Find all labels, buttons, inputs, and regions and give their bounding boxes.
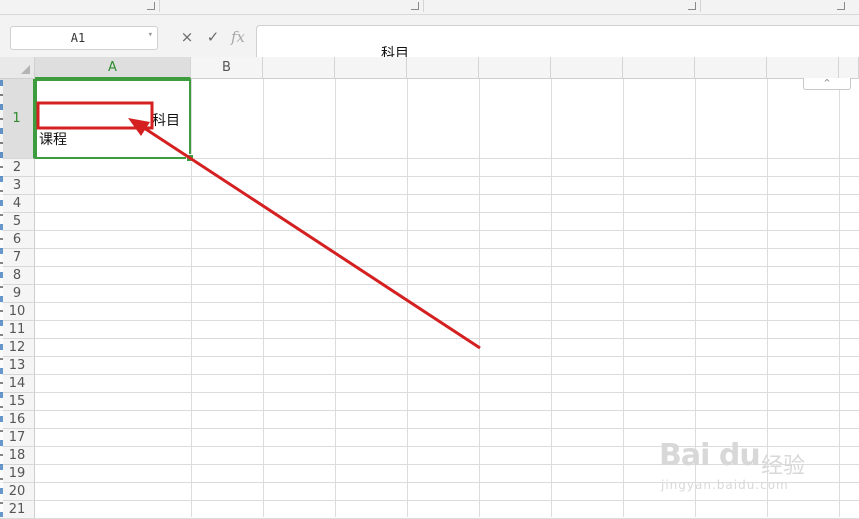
grid-line — [479, 79, 480, 517]
confirm-icon[interactable]: ✓ — [203, 25, 223, 49]
grid-line — [35, 500, 859, 501]
grid-line — [623, 79, 624, 517]
grid-line — [35, 356, 859, 357]
row-header-19[interactable]: 19 — [0, 465, 35, 483]
ribbon-separator — [700, 0, 701, 12]
grid-line — [551, 79, 552, 517]
ribbon-separator — [423, 0, 424, 12]
row-header-9[interactable]: 9 — [0, 285, 35, 303]
row-header-16[interactable]: 16 — [0, 411, 35, 429]
row-header-12[interactable]: 12 — [0, 339, 35, 357]
ribbon-separator — [159, 0, 160, 12]
column-header-b[interactable]: B — [191, 57, 263, 79]
row-header-11[interactable]: 11 — [0, 321, 35, 339]
column-header-d[interactable] — [335, 57, 407, 79]
select-all-icon — [21, 65, 30, 74]
row-header-18[interactable]: 18 — [0, 447, 35, 465]
row-header-10[interactable]: 10 — [0, 303, 35, 321]
row-header-14[interactable]: 14 — [0, 375, 35, 393]
dialog-launcher-icon[interactable] — [837, 2, 845, 10]
grid-line — [35, 374, 859, 375]
cell-a1-line-2: 课程 — [39, 132, 67, 148]
fill-handle[interactable] — [186, 154, 194, 162]
grid-line — [35, 410, 859, 411]
grid-line — [35, 176, 859, 177]
row-header-21[interactable]: 21 — [0, 501, 35, 519]
column-header-e[interactable] — [407, 57, 479, 79]
row-header-4[interactable]: 4 — [0, 195, 35, 213]
row-header-20[interactable]: 20 — [0, 483, 35, 501]
grid-line — [35, 248, 859, 249]
row-header-2[interactable]: 2 — [0, 159, 35, 177]
chevron-down-icon[interactable]: ▾ — [148, 30, 153, 40]
row-header-17[interactable]: 17 — [0, 429, 35, 447]
grid-line — [35, 212, 859, 213]
grid-line — [35, 284, 859, 285]
cancel-icon[interactable]: × — [177, 25, 197, 49]
grid-line — [35, 194, 859, 195]
grid-line — [35, 302, 859, 303]
column-header-g[interactable] — [551, 57, 623, 79]
row-header-13[interactable]: 13 — [0, 357, 35, 375]
grid-line — [35, 230, 859, 231]
insert-function-icon[interactable]: fx — [228, 25, 248, 49]
row-header-8[interactable]: 8 — [0, 267, 35, 285]
dialog-launcher-icon[interactable] — [411, 2, 419, 10]
column-header-a[interactable]: A — [35, 57, 191, 79]
baidu-watermark: Bai du 经验 jingyan.baidu.com — [655, 428, 855, 498]
column-header-c[interactable] — [263, 57, 335, 79]
select-all-corner[interactable] — [0, 57, 35, 79]
row-header-6[interactable]: 6 — [0, 231, 35, 249]
watermark-brand: Bai du — [659, 438, 761, 473]
grid-line — [35, 338, 859, 339]
row-header-3[interactable]: 3 — [0, 177, 35, 195]
column-header-f[interactable] — [479, 57, 551, 79]
ribbon-bottom-edge — [0, 0, 859, 15]
watermark-url: jingyan.baidu.com — [661, 478, 789, 492]
row-header-15[interactable]: 15 — [0, 393, 35, 411]
name-box[interactable]: A1 ▾ — [10, 26, 158, 50]
row-header-7[interactable]: 7 — [0, 249, 35, 267]
window-edge-strip — [0, 80, 3, 517]
grid-line — [35, 266, 859, 267]
grid-line — [335, 79, 336, 517]
dialog-launcher-icon[interactable] — [147, 2, 155, 10]
column-header-k[interactable] — [839, 57, 859, 79]
watermark-suffix: 经验 — [761, 454, 806, 479]
cell-a1[interactable]: 科目 课程 — [35, 79, 191, 159]
grid-line — [35, 320, 859, 321]
column-header-i[interactable] — [695, 57, 767, 79]
cell-a1-line-1: 科目 — [152, 113, 180, 129]
row-header-1[interactable]: 1 — [0, 79, 35, 159]
column-header-j[interactable] — [767, 57, 839, 79]
grid-line — [191, 79, 192, 517]
chevron-up-icon: ^ — [823, 78, 831, 87]
dialog-launcher-icon[interactable] — [688, 2, 696, 10]
grid-line — [263, 79, 264, 517]
grid-line — [35, 392, 859, 393]
name-box-value: A1 — [70, 31, 86, 45]
collapse-formula-bar-button[interactable]: ^ — [803, 78, 851, 90]
row-header-5[interactable]: 5 — [0, 213, 35, 231]
grid-line — [407, 79, 408, 517]
column-header-h[interactable] — [623, 57, 695, 79]
